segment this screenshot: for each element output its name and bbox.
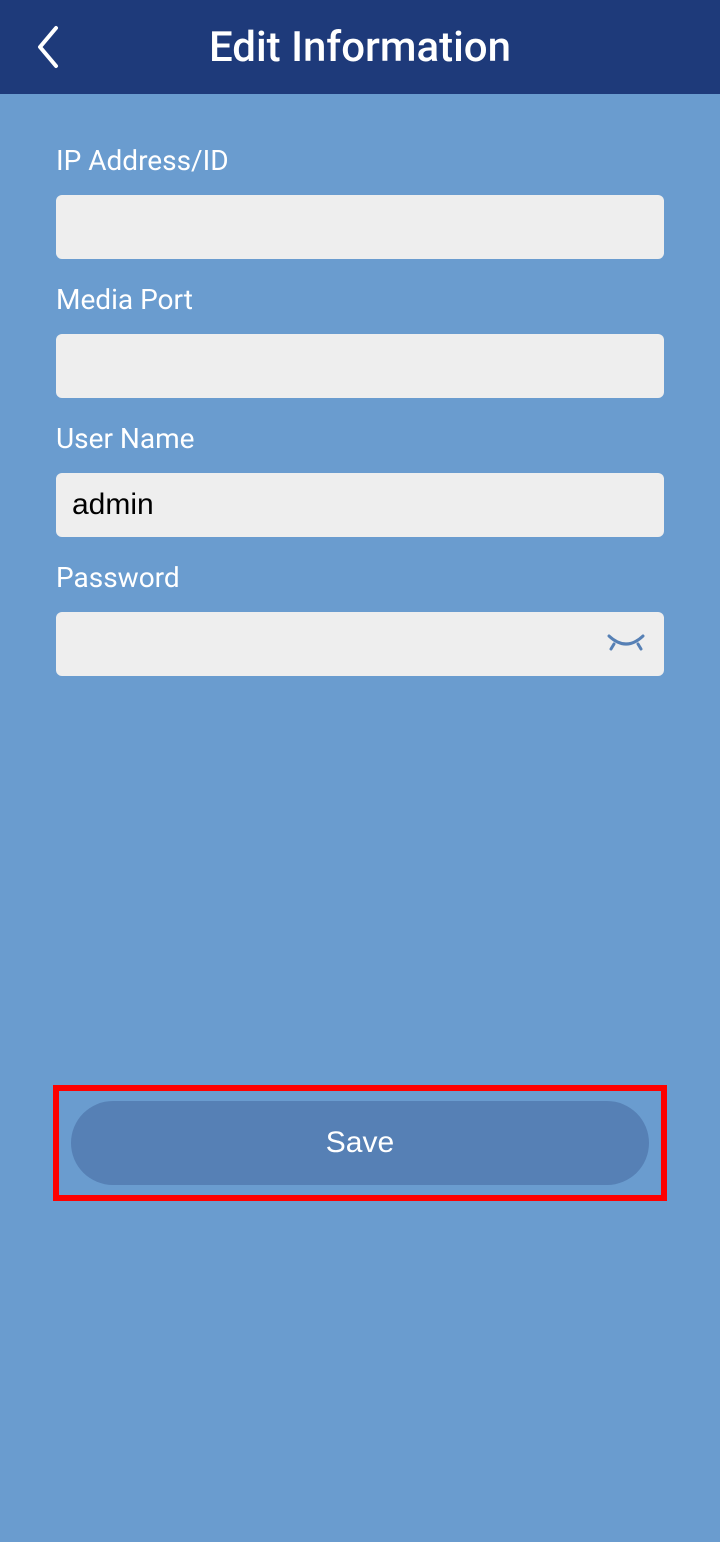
back-button[interactable] (28, 22, 68, 72)
ip-address-group: IP Address/ID (56, 144, 664, 259)
media-port-group: Media Port (56, 283, 664, 398)
chevron-left-icon (34, 24, 62, 70)
password-group: Password (56, 561, 664, 676)
user-name-label: User Name (56, 422, 664, 455)
password-input[interactable] (56, 612, 664, 676)
media-port-input[interactable] (56, 334, 664, 398)
save-highlight-box: Save (53, 1085, 667, 1201)
ip-address-input[interactable] (56, 195, 664, 259)
user-name-group: User Name (56, 422, 664, 537)
header: Edit Information (0, 0, 720, 94)
page-title: Edit Information (0, 23, 720, 72)
ip-address-label: IP Address/ID (56, 144, 664, 177)
toggle-password-visibility[interactable] (606, 629, 646, 659)
form-content: IP Address/ID Media Port User Name Passw… (0, 94, 720, 676)
password-label: Password (56, 561, 664, 594)
media-port-label: Media Port (56, 283, 664, 316)
save-button[interactable]: Save (71, 1101, 649, 1185)
eye-closed-icon (607, 632, 645, 656)
user-name-input[interactable] (56, 473, 664, 537)
